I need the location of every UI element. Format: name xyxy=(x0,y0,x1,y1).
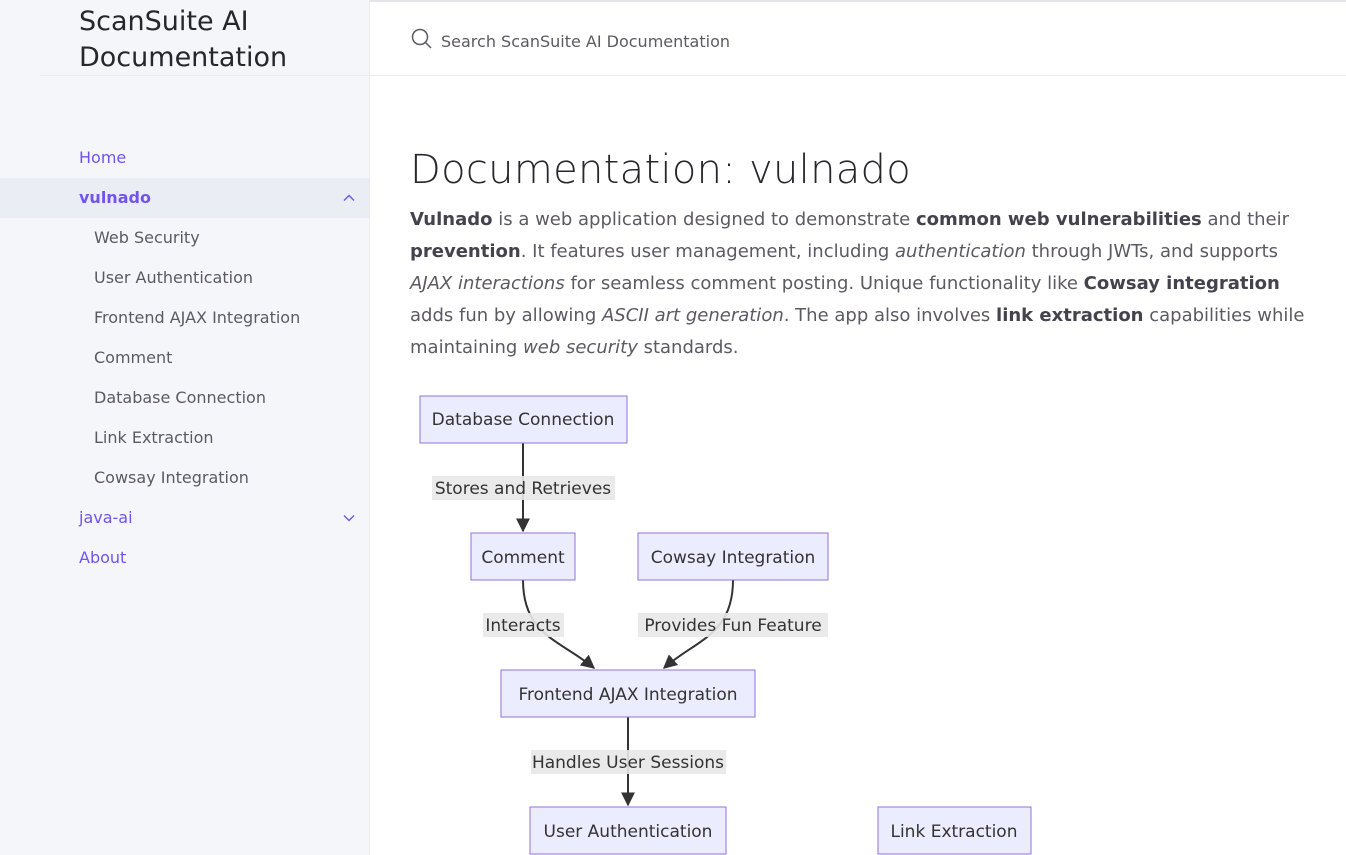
chevron-down-icon[interactable] xyxy=(341,510,357,526)
node-label: Frontend AJAX Integration xyxy=(518,685,737,705)
search-input[interactable] xyxy=(439,24,1043,58)
intro-bold-text: Cowsay integration xyxy=(1083,273,1280,294)
node-cowsay-integration: Cowsay Integration xyxy=(637,532,829,581)
sidebar-item-comment[interactable]: Comment xyxy=(0,338,369,378)
edge-label-text: Interacts xyxy=(485,616,560,636)
sidebar-item-database-connection[interactable]: Database Connection xyxy=(0,378,369,418)
intro-text: adds fun by allowing xyxy=(410,305,602,326)
node-label: Database Connection xyxy=(432,410,615,430)
intro-text: . The app also involves xyxy=(783,305,997,326)
sidebar-item-label: java-ai xyxy=(79,508,133,527)
chevron-up-icon[interactable] xyxy=(341,190,357,206)
node-link-extraction: Link Extraction xyxy=(877,806,1032,855)
sidebar-item-java-ai[interactable]: java-ai xyxy=(0,498,369,538)
search-header xyxy=(370,0,1346,76)
sidebar-nav: Home vulnado Web Security User Authentic… xyxy=(0,138,369,578)
sidebar-item-web-security[interactable]: Web Security xyxy=(0,218,369,258)
node-user-authentication: User Authentication xyxy=(529,806,727,855)
intro-italic-text: authentication xyxy=(895,241,1026,262)
edge-label-text: Stores and Retrieves xyxy=(435,479,611,499)
edge-label: Stores and Retrieves xyxy=(432,476,615,500)
divider xyxy=(40,75,369,76)
node-label: Comment xyxy=(481,548,565,568)
flowchart-diagram: Stores and Retrieves Interacts Provides … xyxy=(419,395,1032,855)
intro-text: is a web application designed to demonst… xyxy=(492,209,916,230)
search-icon xyxy=(411,28,432,49)
intro-bold-text: Vulnado xyxy=(410,209,493,230)
intro-bold-text: common web vulnerabilities xyxy=(915,209,1202,230)
page-title: Documentation: vulnado xyxy=(410,147,912,193)
edge-label: Provides Fun Feature xyxy=(638,613,828,637)
node-label: Link Extraction xyxy=(890,822,1017,842)
sidebar-item-cowsay-integration[interactable]: Cowsay Integration xyxy=(0,458,369,498)
site-title[interactable]: ScanSuite AI Documentation xyxy=(79,4,349,76)
edge-label: Interacts xyxy=(483,613,564,637)
intro-text: standards. xyxy=(637,337,739,358)
intro-bold-text: link extraction xyxy=(996,305,1144,326)
node-label: Cowsay Integration xyxy=(651,548,816,568)
node-comment: Comment xyxy=(470,532,576,581)
sidebar-item-label: vulnado xyxy=(79,188,151,207)
intro-text: for seamless comment posting. Unique fun… xyxy=(564,273,1084,294)
sidebar-item-home[interactable]: Home xyxy=(0,138,369,178)
node-database-connection: Database Connection xyxy=(419,395,628,444)
node-frontend-ajax-integration: Frontend AJAX Integration xyxy=(500,669,756,718)
sidebar-item-user-authentication[interactable]: User Authentication xyxy=(0,258,369,298)
edge-label-text: Provides Fun Feature xyxy=(644,616,821,636)
sidebar-item-vulnado[interactable]: vulnado xyxy=(0,178,369,218)
intro-italic-text: web security xyxy=(523,337,638,358)
sidebar: ScanSuite AI Documentation Home vulnado … xyxy=(0,0,370,855)
sidebar-item-link-extraction[interactable]: Link Extraction xyxy=(0,418,369,458)
intro-italic-text: ASCII art generation xyxy=(601,305,784,326)
intro-bold-text: prevention xyxy=(410,241,521,262)
sidebar-item-about[interactable]: About xyxy=(0,538,369,578)
edge-label-text: Handles User Sessions xyxy=(532,753,724,773)
intro-text: through JWTs, and supports xyxy=(1025,241,1279,262)
intro-text: and their xyxy=(1201,209,1290,230)
edge-label: Handles User Sessions xyxy=(531,750,726,774)
intro-italic-text: AJAX interactions xyxy=(410,273,565,294)
intro-text: . It features user management, including xyxy=(520,241,896,262)
intro-paragraph: Vulnado is a web application designed to… xyxy=(410,204,1320,364)
main-content: Documentation: vulnado Vulnado is a web … xyxy=(410,140,1320,364)
node-label: User Authentication xyxy=(544,822,713,842)
sidebar-item-frontend-ajax-integration[interactable]: Frontend AJAX Integration xyxy=(0,298,369,338)
